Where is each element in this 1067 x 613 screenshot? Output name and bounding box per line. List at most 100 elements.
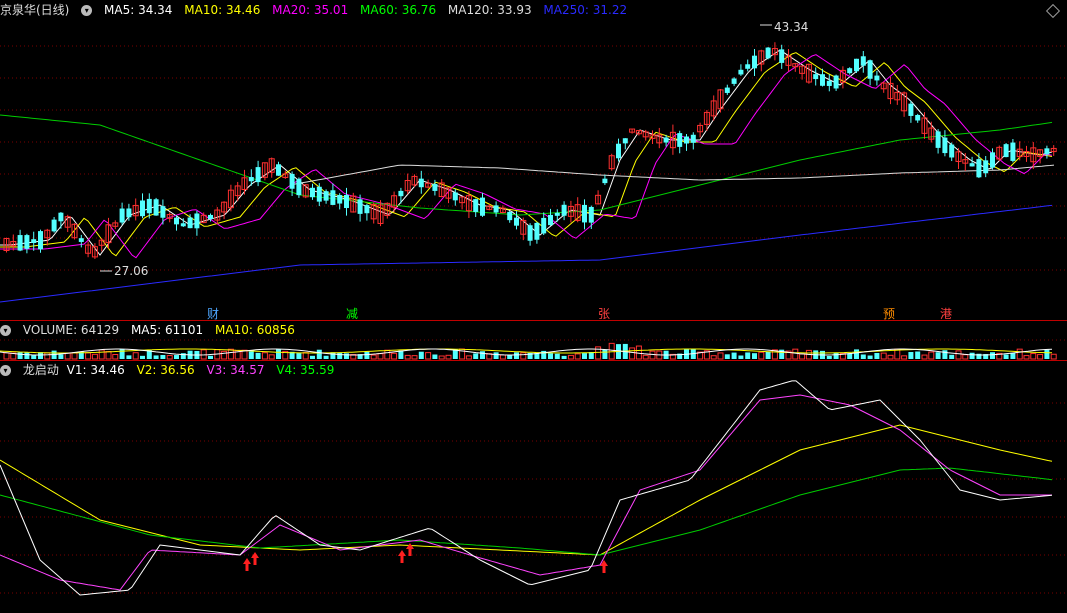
volume-bar: [921, 354, 928, 360]
candle-body: [17, 235, 23, 251]
volume-bar: [91, 353, 98, 360]
candle-body: [976, 159, 982, 178]
volume-bar: [826, 355, 832, 359]
volume-bar: [574, 353, 581, 360]
volume-bar: [901, 355, 908, 360]
candle-body: [860, 56, 866, 66]
volume-bar: [514, 352, 519, 359]
volume-bar: [935, 352, 941, 359]
volume-bar: [377, 353, 384, 360]
candle-body: [1044, 148, 1050, 155]
candle-body: [58, 212, 64, 222]
candle-body: [38, 231, 43, 250]
candle-body: [194, 213, 200, 229]
candle-body: [990, 152, 995, 168]
volume-bar: [31, 355, 37, 359]
candle-body: [1003, 144, 1009, 158]
volume-bar: [85, 352, 92, 360]
candle-body: [561, 204, 567, 216]
v4-line: [0, 467, 1053, 556]
volume-bar: [364, 351, 370, 359]
volume-bar: [949, 354, 955, 359]
candle-body: [452, 192, 458, 201]
candle-body: [289, 173, 295, 189]
candle-body: [31, 239, 37, 244]
volume-bar: [710, 355, 717, 360]
candle-body: [432, 184, 438, 191]
volume-bar: [608, 342, 615, 360]
volume-bar: [758, 351, 765, 360]
candle-body: [180, 223, 186, 227]
candle-body: [364, 205, 370, 214]
volume-bar: [962, 354, 969, 360]
volume-bar: [867, 355, 873, 359]
volume-bar: [738, 355, 744, 359]
volume-bar: [752, 353, 757, 359]
candle-body: [908, 103, 914, 116]
candle-body: [554, 212, 560, 216]
candle-body: [527, 225, 533, 241]
v1-line: [0, 380, 1053, 596]
candle-body: [588, 206, 594, 223]
candle-body: [146, 198, 152, 214]
candle-body: [255, 167, 261, 183]
candle-body: [24, 235, 30, 249]
candle-body: [847, 68, 853, 74]
candle-body: [983, 160, 989, 174]
volume-bar: [140, 355, 145, 359]
volume-bar: [942, 350, 948, 359]
volume-bar: [915, 351, 921, 359]
volume-bar: [582, 353, 587, 359]
volume-bar: [799, 353, 806, 360]
candle-body: [813, 74, 819, 80]
candle-body: [915, 114, 921, 121]
volume-bar: [548, 353, 553, 359]
volume-bar: [418, 351, 424, 359]
signal-arrows: [243, 543, 608, 573]
volume-bar: [792, 348, 799, 360]
volume-bar: [316, 349, 322, 359]
volume-bar: [71, 352, 78, 360]
candle-body: [473, 199, 479, 212]
candle-body: [663, 137, 669, 143]
volume-bar: [955, 350, 962, 360]
volume-bar: [391, 352, 398, 360]
candle-body: [316, 186, 322, 202]
volume-bar: [480, 351, 485, 359]
candle-body: [1010, 142, 1016, 161]
candle-body: [820, 74, 825, 86]
volume-bar: [887, 354, 894, 360]
volume-bar: [268, 354, 275, 360]
volume-bar: [969, 352, 975, 359]
volume-bar: [602, 349, 608, 359]
candle-body: [738, 69, 744, 75]
volume-bar: [153, 355, 159, 359]
chart-canvas[interactable]: 43.34 27.06: [0, 0, 1067, 613]
candle-body: [867, 60, 873, 79]
candle-body: [323, 191, 329, 201]
volume-bar: [248, 351, 254, 359]
volume-bar: [908, 352, 914, 359]
volume-bar: [255, 352, 261, 359]
volume-bar: [561, 355, 567, 359]
candle-body: [752, 55, 757, 69]
candle-body: [684, 136, 689, 144]
volume-bar: [724, 354, 730, 359]
volume-bar: [126, 355, 132, 359]
candle-body: [602, 178, 608, 184]
volume-bar: [132, 352, 139, 360]
volume-bar: [44, 352, 51, 360]
volume-bar: [629, 347, 636, 360]
candle-body: [724, 87, 730, 93]
candle-body: [248, 177, 254, 182]
candle-body: [622, 138, 628, 144]
volume-bar: [337, 352, 343, 359]
volume-bar: [649, 350, 656, 360]
volume-bar: [404, 354, 411, 360]
candle-body: [616, 143, 621, 159]
candle-body: [833, 75, 839, 89]
volume-bar: [302, 352, 309, 360]
volume-bar: [17, 352, 23, 359]
volume-bar: [411, 355, 418, 360]
volume-bar: [296, 353, 302, 359]
